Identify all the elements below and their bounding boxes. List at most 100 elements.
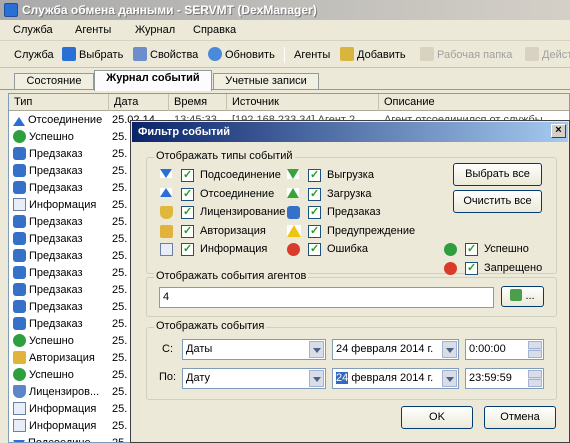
from-date-picker[interactable]: 24 февраля 2014 г.	[332, 339, 459, 360]
table-row[interactable]: Предзаказ 25.	[9, 146, 139, 163]
chevron-down-icon[interactable]	[309, 341, 324, 358]
table-row[interactable]: Предзаказ 25.	[9, 180, 139, 197]
filter-checkbox[interactable]	[308, 241, 321, 258]
filter-checkbox[interactable]	[181, 241, 194, 258]
event-filter-dialog: Фильтр событий × Отображать типы событий…	[130, 120, 570, 443]
from-mode-select[interactable]: Даты	[182, 339, 326, 360]
spin-up-icon[interactable]	[528, 370, 542, 378]
filter-type-label: Успешно	[484, 243, 529, 255]
add-agent-icon	[510, 289, 523, 301]
row-type: Предзаказ	[29, 148, 83, 160]
agents-browse-button[interactable]: ...	[501, 286, 544, 307]
ok-button[interactable]: OK	[401, 406, 473, 429]
table-row[interactable]: Предзаказ 25.	[9, 265, 139, 282]
license-icon	[160, 206, 173, 219]
filter-checkbox[interactable]	[308, 204, 321, 221]
agents-filter-input[interactable]: 4	[159, 287, 494, 308]
chevron-down-icon[interactable]	[309, 370, 324, 387]
table-row[interactable]: Предзаказ 25.	[9, 231, 139, 248]
table-row[interactable]: Успешно 25.	[9, 367, 139, 384]
table-row[interactable]: Предзаказ 25.	[9, 248, 139, 265]
cancel-button[interactable]: Отмена	[484, 406, 556, 429]
table-row[interactable]: Предзаказ 25.	[9, 299, 139, 316]
filter-checkbox[interactable]	[308, 186, 321, 203]
clear-all-button[interactable]: Очистить все	[453, 190, 542, 213]
to-mode-select[interactable]: Дату	[182, 368, 326, 389]
row-date: 25.	[112, 233, 128, 245]
add-agent-label: Добавить	[357, 49, 406, 61]
warning-icon	[287, 224, 301, 237]
column-source[interactable]: Источник	[227, 94, 379, 111]
filter-type-label: Выгрузка	[327, 169, 374, 181]
filter-checkbox[interactable]	[308, 223, 321, 240]
filter-type-label: Отсоединение	[200, 187, 275, 200]
preorder-icon	[13, 164, 26, 177]
table-row[interactable]: Авторизация 25.	[9, 350, 139, 367]
row-type: Информация	[29, 420, 97, 432]
table-row[interactable]: Отсоединение25.02.14	[9, 112, 155, 129]
tab-event-log[interactable]: Журнал событий	[94, 70, 212, 91]
select-all-button[interactable]: Выбрать все	[453, 163, 542, 186]
spin-up-icon[interactable]	[528, 341, 542, 349]
row-date: 25.	[112, 131, 128, 143]
menu-journal[interactable]: Журнал	[130, 23, 180, 38]
chevron-down-icon[interactable]	[442, 370, 457, 387]
preorder-icon	[13, 232, 26, 245]
filter-checkbox[interactable]	[308, 167, 321, 184]
table-row[interactable]: Успешно 25.	[9, 333, 139, 350]
table-row[interactable]: Лицензиров... 25.	[9, 384, 139, 401]
actions-button[interactable]: Дейст	[525, 46, 570, 64]
table-row[interactable]: Предзаказ 25.	[9, 316, 139, 333]
select-button[interactable]: Выбрать	[62, 46, 123, 64]
menu-service[interactable]: Служба	[8, 23, 58, 38]
table-row[interactable]: Информация 25.	[9, 418, 139, 435]
chevron-down-icon[interactable]	[442, 341, 457, 358]
menu-agents[interactable]: Агенты	[70, 23, 116, 38]
time-spinner[interactable]	[528, 341, 542, 358]
table-row[interactable]: Подсоедине... 25.	[9, 435, 139, 442]
row-date: 25.	[112, 403, 128, 415]
filter-checkbox[interactable]	[465, 260, 478, 277]
column-date[interactable]: Дата	[109, 94, 169, 111]
refresh-button[interactable]: Обновить	[208, 46, 275, 64]
workfolder-button[interactable]: Рабочая папка	[420, 46, 512, 64]
filter-checkbox[interactable]	[465, 241, 478, 258]
tab-accounts[interactable]: Учетные записи	[213, 73, 319, 90]
table-row[interactable]: Предзаказ 25.	[9, 214, 139, 231]
table-row[interactable]: Успешно 25.	[9, 129, 139, 146]
dialog-close-button[interactable]: ×	[551, 124, 566, 138]
table-row[interactable]: Информация 25.	[9, 401, 139, 418]
to-date-rest: февраля 2014 г.	[351, 372, 434, 384]
filter-checkbox[interactable]	[181, 204, 194, 221]
column-type[interactable]: Тип	[9, 94, 109, 111]
to-date-picker[interactable]: 24 февраля 2014 г.	[332, 368, 459, 389]
filter-checkbox[interactable]	[181, 186, 194, 203]
row-date: 25.	[112, 369, 128, 381]
filter-checkbox[interactable]	[181, 167, 194, 184]
spin-down-icon[interactable]	[528, 350, 542, 358]
preorder-icon	[13, 300, 26, 313]
info-icon	[13, 402, 26, 415]
column-description[interactable]: Описание	[379, 94, 569, 111]
row-date: 25.	[112, 165, 128, 177]
agents-button[interactable]: Агенты	[294, 46, 330, 64]
table-row[interactable]: Информация 25.	[9, 197, 139, 214]
tab-state[interactable]: Состояние	[14, 73, 94, 90]
time-spinner[interactable]	[528, 370, 542, 387]
to-time-input[interactable]: 23:59:59	[465, 368, 544, 389]
spin-down-icon[interactable]	[528, 379, 542, 387]
add-agent-button[interactable]: Добавить	[340, 46, 406, 64]
row-type: Предзаказ	[29, 165, 83, 177]
menu-help[interactable]: Справка	[188, 23, 241, 38]
properties-button[interactable]: Свойства	[133, 46, 198, 64]
preorder-icon	[13, 249, 26, 262]
column-time[interactable]: Время	[169, 94, 227, 111]
filter-type-label: Подсоединение	[200, 169, 281, 181]
service-button[interactable]: Служба	[14, 46, 54, 64]
workfolder-label: Рабочая папка	[437, 49, 513, 61]
row-type: Предзаказ	[29, 267, 83, 279]
table-row[interactable]: Предзаказ 25.	[9, 282, 139, 299]
filter-checkbox[interactable]	[181, 223, 194, 240]
from-time-input[interactable]: 0:00:00	[465, 339, 544, 360]
table-row[interactable]: Предзаказ 25.	[9, 163, 139, 180]
